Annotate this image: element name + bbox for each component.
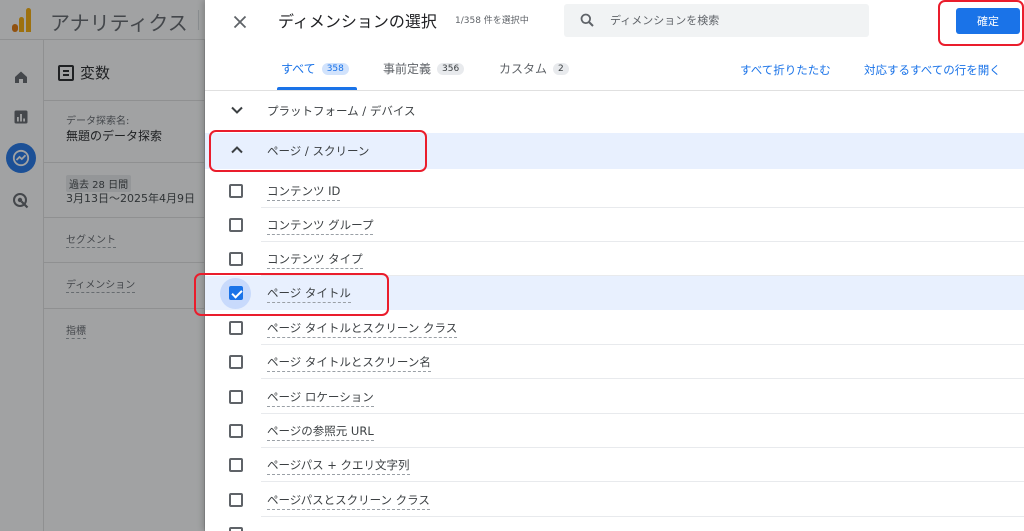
divider (261, 481, 1024, 482)
selection-count: 1/358 件を選択中 (455, 16, 529, 26)
group-platform-device[interactable]: プラットフォーム / デバイス (205, 93, 1024, 129)
checkbox[interactable] (229, 252, 243, 266)
list-item[interactable]: ページ タイトルとスクリーン クラス (205, 311, 1024, 345)
dimension-label: コンテンツ グループ (267, 217, 374, 235)
tab-all[interactable]: すべて 358 (281, 60, 349, 77)
dimension-label: ページパス + クエリ文字列 (267, 457, 410, 475)
dimension-label: ページ タイトル (267, 285, 351, 303)
list-item[interactable]: ページの参照元 URL (205, 414, 1024, 448)
panel-title: ディメンションの選択 (278, 12, 437, 31)
list-item[interactable]: ページ ロケーション (205, 380, 1024, 414)
checkbox[interactable] (229, 493, 243, 507)
list-item[interactable]: コンテンツ グループ (205, 208, 1024, 242)
tab-predefined-count: 356 (437, 62, 465, 75)
checkbox[interactable] (229, 184, 243, 198)
divider (205, 90, 1024, 91)
checkbox[interactable] (229, 321, 243, 335)
dimension-label: ページ タイトルとスクリーン クラス (267, 320, 458, 338)
search-box[interactable] (564, 4, 869, 37)
collapse-all-link[interactable]: すべて折りたたむ (740, 62, 831, 78)
tab-custom-count: 2 (553, 62, 569, 75)
list-item[interactable]: ページ タイトルとスクリーン名 (205, 345, 1024, 379)
chevron-down-icon (231, 106, 243, 114)
search-input[interactable] (610, 4, 860, 37)
checkbox[interactable] (229, 218, 243, 232)
group-label: プラットフォーム / デバイス (267, 104, 416, 118)
dimension-label: ページ タイトルとスクリーン名 (267, 354, 431, 372)
tab-custom[interactable]: カスタム 2 (499, 60, 569, 77)
tab-all-count: 358 (321, 62, 349, 75)
checkbox-checked[interactable] (229, 286, 243, 300)
dimension-label: ページ ロケーション (267, 389, 374, 407)
list-item-partial[interactable] (205, 517, 1024, 531)
checkbox[interactable] (229, 424, 243, 438)
checkbox[interactable] (229, 527, 243, 531)
dimension-label: コンテンツ ID (267, 183, 341, 201)
divider (261, 378, 1024, 379)
list-item[interactable]: ページパスとスクリーン クラス (205, 483, 1024, 517)
close-button[interactable] (227, 9, 253, 35)
list-item[interactable]: ページパス + クエリ文字列 (205, 448, 1024, 482)
tab-predefined-label: 事前定義 (383, 62, 432, 76)
tab-all-label: すべて (281, 62, 316, 76)
expand-matching-link[interactable]: 対応するすべての行を開く (864, 62, 1001, 78)
list-item[interactable]: コンテンツ ID (205, 174, 1024, 208)
checkbox[interactable] (229, 458, 243, 472)
list-item-selected[interactable]: ページ タイトル (205, 276, 1024, 310)
chevron-up-icon (231, 146, 243, 154)
group-page-screen[interactable]: ページ / スクリーン (205, 133, 1024, 169)
dimension-label: ページパスとスクリーン クラス (267, 492, 430, 510)
close-icon (233, 15, 247, 29)
confirm-button[interactable]: 確定 (956, 8, 1020, 34)
dimension-select-panel: ディメンションの選択 1/358 件を選択中 確定 すべて 358 事前定義 3… (194, 0, 1024, 531)
list-item[interactable]: コンテンツ タイプ (205, 242, 1024, 276)
checkbox[interactable] (229, 355, 243, 369)
tab-bar: すべて 358 事前定義 356 カスタム 2 すべて折りたたむ 対応するすべて… (205, 52, 1024, 90)
group-label: ページ / スクリーン (267, 144, 370, 158)
tab-custom-label: カスタム (499, 62, 548, 76)
dimension-label: コンテンツ タイプ (267, 251, 363, 269)
search-icon (580, 13, 594, 27)
modal-scrim[interactable] (0, 0, 205, 531)
checkbox[interactable] (229, 390, 243, 404)
tab-predefined[interactable]: 事前定義 356 (383, 60, 465, 77)
dimension-label: ページの参照元 URL (267, 423, 374, 441)
